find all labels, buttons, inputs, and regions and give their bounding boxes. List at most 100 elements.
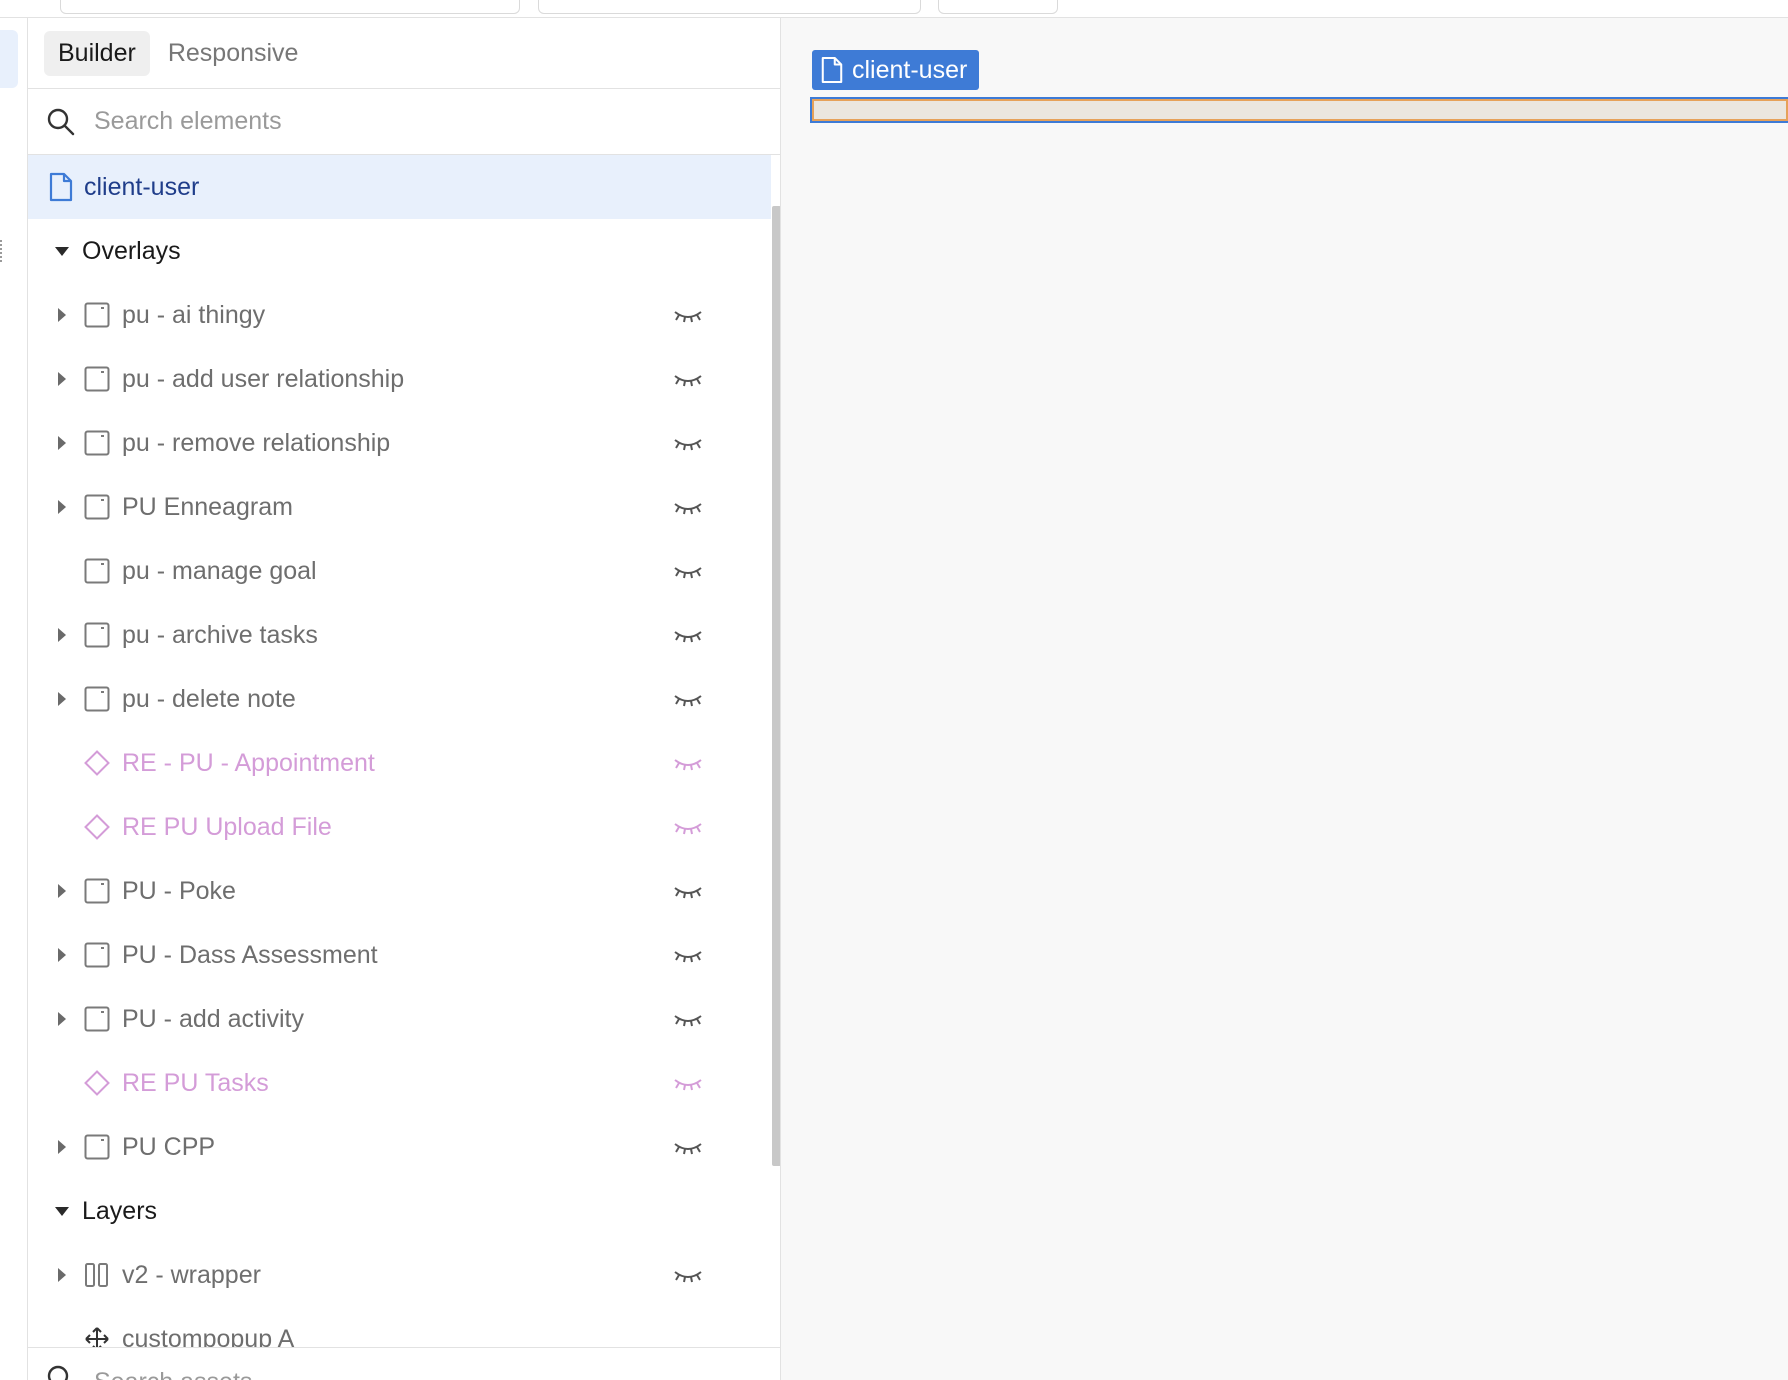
caret-right-icon[interactable]	[58, 948, 66, 962]
canvas-area[interactable]: client-user	[782, 18, 1788, 1380]
caret-right-icon[interactable]	[58, 1140, 66, 1154]
eye-closed-icon[interactable]	[673, 880, 703, 900]
canvas-page-label: client-user	[852, 55, 968, 84]
caret-right-icon[interactable]	[58, 628, 66, 642]
eye-closed-icon[interactable]	[673, 1072, 703, 1092]
tree-item-label: PU - Poke	[122, 876, 236, 905]
toolbar-button[interactable]	[938, 0, 1058, 14]
eye-closed-icon[interactable]	[673, 304, 703, 324]
tree-item-label: PU Enneagram	[122, 492, 293, 521]
caret-right-icon[interactable]	[58, 372, 66, 386]
page-icon	[821, 56, 843, 84]
caret-right-icon[interactable]	[58, 1012, 66, 1026]
tree-item-label: pu - delete note	[122, 684, 296, 713]
toolbar-dropdown[interactable]	[60, 0, 520, 14]
tree-item-label: RE - PU - Appointment	[122, 748, 375, 777]
elements-panel: Builder Responsive client-user Overlays …	[28, 18, 781, 1380]
caret-right-icon[interactable]	[58, 436, 66, 450]
caret-right-icon[interactable]	[58, 500, 66, 514]
drag-handle-icon[interactable]	[0, 240, 4, 262]
tree-item[interactable]: PU - Poke	[28, 859, 780, 923]
eye-closed-icon[interactable]	[673, 496, 703, 516]
tree-item[interactable]: pu - ai thingy	[28, 283, 780, 347]
tree-item[interactable]: RE PU Tasks	[28, 1051, 780, 1115]
tab-responsive[interactable]: Responsive	[154, 31, 313, 76]
tree-item-label: PU - Dass Assessment	[122, 940, 378, 969]
eye-closed-icon[interactable]	[673, 368, 703, 388]
section-overlays[interactable]: Overlays	[28, 219, 780, 283]
popup-icon	[84, 622, 110, 648]
eye-closed-icon[interactable]	[673, 1264, 703, 1284]
reusable-diamond-icon	[84, 1070, 110, 1096]
strip-selected-tab[interactable]	[0, 30, 18, 88]
tree-scrollbar[interactable]	[772, 206, 780, 1166]
tree-item-label: pu - remove relationship	[122, 428, 391, 457]
canvas-page-badge[interactable]: client-user	[812, 50, 980, 90]
tree-item-label: pu - ai thingy	[122, 300, 266, 329]
tree-item[interactable]: RE - PU - Appointment	[28, 731, 780, 795]
tab-builder[interactable]: Builder	[44, 30, 150, 76]
tree-item[interactable]: pu - archive tasks	[28, 603, 780, 667]
section-layers[interactable]: Layers	[28, 1179, 780, 1243]
page-icon	[49, 172, 73, 202]
element-tree: client-user Overlays pu - ai thingy pu - …	[28, 155, 780, 1371]
tree-item[interactable]: pu - remove relationship	[28, 411, 780, 475]
page-row-client-user[interactable]: client-user	[28, 155, 771, 219]
search-icon	[47, 1365, 69, 1380]
tree-item-label: PU - add activity	[122, 1004, 305, 1033]
tree-item-label: pu - add user relationship	[122, 364, 405, 393]
eye-closed-icon[interactable]	[673, 752, 703, 772]
tree-item[interactable]: pu - add user relationship	[28, 347, 780, 411]
page-name: client-user	[84, 172, 200, 201]
tree-item-label: RE PU Upload File	[122, 812, 332, 841]
tree-item[interactable]: PU - add activity	[28, 987, 780, 1051]
caret-right-icon[interactable]	[58, 692, 66, 706]
reusable-diamond-icon	[84, 750, 110, 776]
search-elements-input[interactable]	[94, 107, 694, 136]
popup-icon	[84, 302, 110, 328]
tree-item-label: RE PU Tasks	[122, 1068, 269, 1097]
popup-icon	[84, 366, 110, 392]
eye-closed-icon[interactable]	[673, 816, 703, 836]
group-icon	[84, 1262, 110, 1288]
eye-closed-icon[interactable]	[673, 432, 703, 452]
search-elements-bar	[28, 89, 780, 155]
tree-item[interactable]: pu - manage goal	[28, 539, 780, 603]
top-toolbar	[0, 0, 1788, 18]
eye-closed-icon[interactable]	[673, 1008, 703, 1028]
toolbar-dropdown[interactable]	[538, 0, 921, 14]
page-frame[interactable]	[810, 97, 1788, 123]
popup-icon	[84, 1006, 110, 1032]
popup-icon	[84, 494, 110, 520]
panel-tabs: Builder Responsive	[28, 18, 780, 89]
tree-item[interactable]: RE PU Upload File	[28, 795, 780, 859]
tree-item[interactable]: PU - Dass Assessment	[28, 923, 780, 987]
search-assets-placeholder[interactable]: Search assets	[94, 1368, 252, 1380]
caret-right-icon[interactable]	[58, 308, 66, 322]
eye-closed-icon[interactable]	[673, 560, 703, 580]
eye-closed-icon[interactable]	[673, 688, 703, 708]
popup-icon	[84, 942, 110, 968]
left-icon-strip	[0, 18, 28, 1380]
reusable-diamond-icon	[84, 814, 110, 840]
tree-item[interactable]: PU Enneagram	[28, 475, 780, 539]
eye-closed-icon[interactable]	[673, 944, 703, 964]
tree-item[interactable]: pu - delete note	[28, 667, 780, 731]
tree-item-label: v2 - wrapper	[122, 1260, 261, 1289]
eye-closed-icon[interactable]	[673, 1136, 703, 1156]
overlays-list: pu - ai thingy pu - add user relationship…	[28, 283, 780, 1179]
caret-down-icon[interactable]	[55, 1207, 69, 1216]
search-assets-bar: Search assets	[28, 1347, 780, 1380]
tree-item[interactable]: v2 - wrapper	[28, 1243, 780, 1307]
caret-right-icon[interactable]	[58, 884, 66, 898]
search-icon	[47, 108, 75, 135]
popup-icon	[84, 430, 110, 456]
eye-closed-icon[interactable]	[673, 624, 703, 644]
tree-item-label: pu - manage goal	[122, 556, 317, 585]
caret-right-icon[interactable]	[58, 1268, 66, 1282]
section-label: Layers	[82, 1196, 158, 1225]
tree-item[interactable]: PU CPP	[28, 1115, 780, 1179]
popup-icon	[84, 878, 110, 904]
caret-down-icon[interactable]	[55, 247, 69, 256]
tree-item-label: pu - archive tasks	[122, 620, 318, 649]
